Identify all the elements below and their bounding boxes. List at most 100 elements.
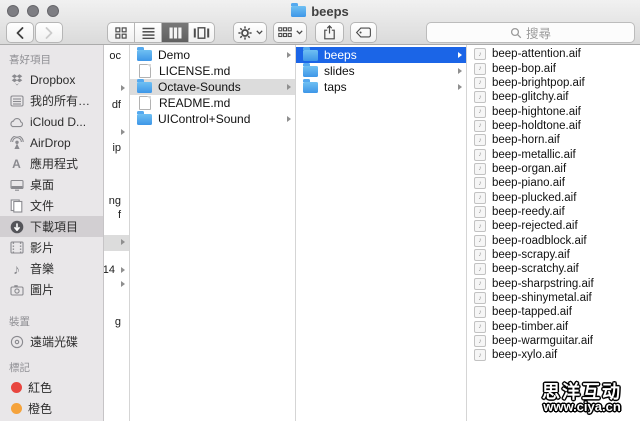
sidebar-item-music[interactable]: ♪ 音樂 (0, 258, 103, 279)
share-button[interactable] (315, 22, 344, 43)
chevron-left-icon (15, 27, 25, 39)
file-name: beep-holdtone.aif (492, 120, 581, 132)
folder-icon (137, 114, 152, 125)
sound-file-row[interactable]: beep-tapped.aif (467, 305, 640, 319)
finder-window: beeps (0, 0, 640, 421)
file-row[interactable]: UIControl+Sound (130, 111, 295, 127)
sound-file-row[interactable]: beep-organ.aif (467, 162, 640, 176)
file-name: beep-piano.aif (492, 177, 565, 189)
audio-file-icon (474, 77, 486, 89)
folder-icon (137, 50, 152, 61)
sidebar-item-movies[interactable]: 影片 (0, 237, 103, 258)
sidebar-item-pictures[interactable]: 圖片 (0, 279, 103, 300)
icon-view-button[interactable] (107, 22, 134, 43)
sidebar-item-dropbox[interactable]: Dropbox (0, 69, 103, 90)
search-placeholder: 搜尋 (526, 23, 551, 42)
sidebar-item-remote-disc[interactable]: 遠端光碟 (0, 331, 103, 352)
sound-file-row[interactable]: beep-horn.aif (467, 133, 640, 147)
disclosure-arrow-icon (287, 116, 291, 122)
back-button[interactable] (6, 22, 34, 43)
documents-icon (8, 198, 25, 213)
folder-row[interactable]: taps (296, 79, 466, 95)
sidebar-item-downloads[interactable]: 下載項目 (0, 216, 103, 237)
audio-file-icon (474, 120, 486, 132)
column-folders: Demo LICENSE.md Octave-Sounds (130, 45, 296, 421)
clipped-filename: ip (112, 142, 121, 154)
sidebar-item-tag-red[interactable]: 紅色 (0, 377, 103, 398)
sound-file-row[interactable]: beep-attention.aif (467, 47, 640, 61)
sidebar-item-label: 影片 (30, 239, 54, 256)
sound-file-row[interactable]: beep-xylo.aif (467, 348, 640, 362)
sidebar-item-label: 下載項目 (30, 218, 78, 235)
window-title: beeps (0, 3, 640, 19)
sidebar-item-label: iCloud D... (30, 115, 86, 129)
movies-icon (8, 240, 25, 255)
disclosure-arrow-icon (121, 129, 125, 135)
sound-file-row[interactable]: beep-bop.aif (467, 61, 640, 75)
selected-row-fragment[interactable] (104, 235, 129, 251)
forward-button[interactable] (35, 22, 63, 43)
list-view-button[interactable] (134, 22, 161, 43)
arrange-grid-icon (278, 27, 292, 38)
column-subfolders: beeps slides taps (296, 45, 467, 421)
sound-file-row[interactable]: beep-brightpop.aif (467, 76, 640, 90)
sound-file-row[interactable]: beep-reedy.aif (467, 205, 640, 219)
clipped-filename: 14 (104, 264, 115, 276)
sidebar-item-desktop[interactable]: 桌面 (0, 174, 103, 195)
sidebar-item-applications[interactable]: A 應用程式 (0, 153, 103, 174)
sound-file-row[interactable]: beep-metallic.aif (467, 147, 640, 161)
audio-file-icon (474, 48, 486, 60)
folder-icon (291, 6, 306, 17)
disclosure-arrow-icon (121, 267, 125, 273)
chevron-down-icon (256, 30, 263, 35)
file-row[interactable]: LICENSE.md (130, 63, 295, 79)
sound-file-row[interactable]: beep-shinymetal.aif (467, 291, 640, 305)
sidebar-header-devices: 裝置 (0, 314, 103, 331)
file-name: README.md (159, 96, 281, 110)
disclosure-arrow-icon (458, 52, 462, 58)
icloud-icon (8, 114, 25, 129)
sidebar-item-all-my-files[interactable]: 我的所有… (0, 90, 103, 111)
file-name: beep-roadblock.aif (492, 235, 587, 247)
sound-file-row[interactable]: beep-timber.aif (467, 320, 640, 334)
sound-file-row[interactable]: beep-hightone.aif (467, 104, 640, 118)
downloads-icon (8, 219, 25, 234)
tags-button[interactable] (350, 22, 377, 43)
search-input[interactable]: 搜尋 (426, 22, 635, 43)
sound-file-row[interactable]: beep-glitchy.aif (467, 90, 640, 104)
orange-tag-icon (11, 403, 22, 414)
sound-file-row[interactable]: beep-piano.aif (467, 176, 640, 190)
folder-row[interactable]: slides (296, 63, 466, 79)
sound-file-row[interactable]: beep-scratchy.aif (467, 262, 640, 276)
file-name: Demo (158, 48, 281, 62)
sidebar-item-label: 紅色 (28, 379, 52, 396)
column-view-button[interactable] (161, 22, 188, 43)
sound-file-row[interactable]: beep-plucked.aif (467, 190, 640, 204)
sound-file-row[interactable]: beep-warmguitar.aif (467, 334, 640, 348)
sidebar-item-tag-orange[interactable]: 橙色 (0, 398, 103, 419)
sidebar-item-documents[interactable]: 文件 (0, 195, 103, 216)
file-name: beep-shinymetal.aif (492, 292, 592, 304)
audio-file-icon (474, 235, 486, 247)
file-row[interactable]: Octave-Sounds (130, 79, 295, 95)
file-row[interactable]: README.md (130, 95, 295, 111)
audio-file-icon (474, 335, 486, 347)
file-row[interactable]: Demo (130, 47, 295, 63)
coverflow-view-button[interactable] (188, 22, 215, 43)
sound-file-row[interactable]: beep-rejected.aif (467, 219, 640, 233)
sound-file-row[interactable]: beep-holdtone.aif (467, 119, 640, 133)
sound-file-row[interactable]: beep-scrapy.aif (467, 248, 640, 262)
folder-icon (303, 66, 318, 77)
sound-file-row[interactable]: beep-roadblock.aif (467, 233, 640, 247)
sound-file-row[interactable]: beep-sharpstring.aif (467, 277, 640, 291)
sidebar-item-icloud-drive[interactable]: iCloud D... (0, 111, 103, 132)
file-name: beep-organ.aif (492, 163, 566, 175)
folder-row[interactable]: beeps (296, 47, 466, 63)
sidebar-item-airdrop[interactable]: AirDrop (0, 132, 103, 153)
chevron-right-icon (44, 27, 54, 39)
column-view-icon (169, 27, 182, 39)
action-menu-button[interactable] (233, 22, 267, 43)
audio-file-icon (474, 249, 486, 261)
file-name: beep-xylo.aif (492, 349, 557, 361)
arrange-menu-button[interactable] (273, 22, 307, 43)
